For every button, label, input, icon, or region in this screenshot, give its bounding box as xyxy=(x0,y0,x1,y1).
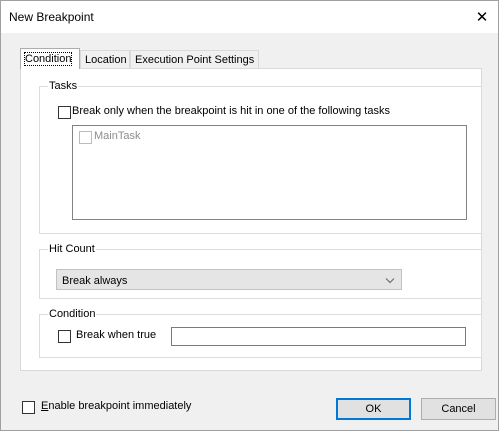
window-title: New Breakpoint xyxy=(9,10,94,24)
condition-group-label: Condition xyxy=(48,308,97,321)
close-icon[interactable]: ✕ xyxy=(466,1,498,33)
chevron-down-icon xyxy=(385,278,395,284)
break-in-tasks-checkbox[interactable] xyxy=(58,106,71,119)
tab-execution-point-settings[interactable]: Execution Point Settings xyxy=(130,50,259,68)
maintask-label: MainTask xyxy=(94,130,141,142)
break-in-tasks-label[interactable]: Break only when the breakpoint is hit in… xyxy=(72,104,390,118)
title-bar[interactable]: New Breakpoint ✕ xyxy=(1,1,498,33)
maintask-checkbox[interactable] xyxy=(79,131,92,144)
condition-expression-input[interactable] xyxy=(171,327,466,346)
tab-location-label: Location xyxy=(85,54,127,66)
enable-immediately-checkbox[interactable] xyxy=(22,401,35,414)
break-when-true-checkbox[interactable] xyxy=(58,330,71,343)
condition-tab-panel: Tasks Break only when the breakpoint is … xyxy=(20,68,482,371)
hit-count-select[interactable]: Break always xyxy=(56,269,402,290)
break-when-true-label[interactable]: Break when true xyxy=(76,328,156,342)
hit-count-group: Hit Count Break always xyxy=(39,243,482,299)
list-item[interactable]: MainTask xyxy=(73,126,273,144)
tab-condition-label: Condition xyxy=(23,52,73,66)
condition-group: Condition Break when true xyxy=(39,308,482,358)
cancel-button[interactable]: Cancel xyxy=(421,398,496,420)
new-breakpoint-dialog: New Breakpoint ✕ Condition Location Exec… xyxy=(0,0,499,431)
tab-execution-point-settings-label: Execution Point Settings xyxy=(135,54,255,66)
ok-button[interactable]: OK xyxy=(336,398,411,420)
tab-condition[interactable]: Condition xyxy=(20,48,80,69)
tasks-list[interactable]: MainTask xyxy=(72,125,467,220)
enable-immediately-label[interactable]: Enable breakpoint immediately xyxy=(41,399,191,413)
hit-count-group-label: Hit Count xyxy=(48,243,96,256)
tasks-group-label: Tasks xyxy=(48,80,79,93)
tab-location[interactable]: Location xyxy=(80,50,130,68)
hit-count-selected-value: Break always xyxy=(62,275,128,287)
tasks-group: Tasks Break only when the breakpoint is … xyxy=(39,80,482,234)
